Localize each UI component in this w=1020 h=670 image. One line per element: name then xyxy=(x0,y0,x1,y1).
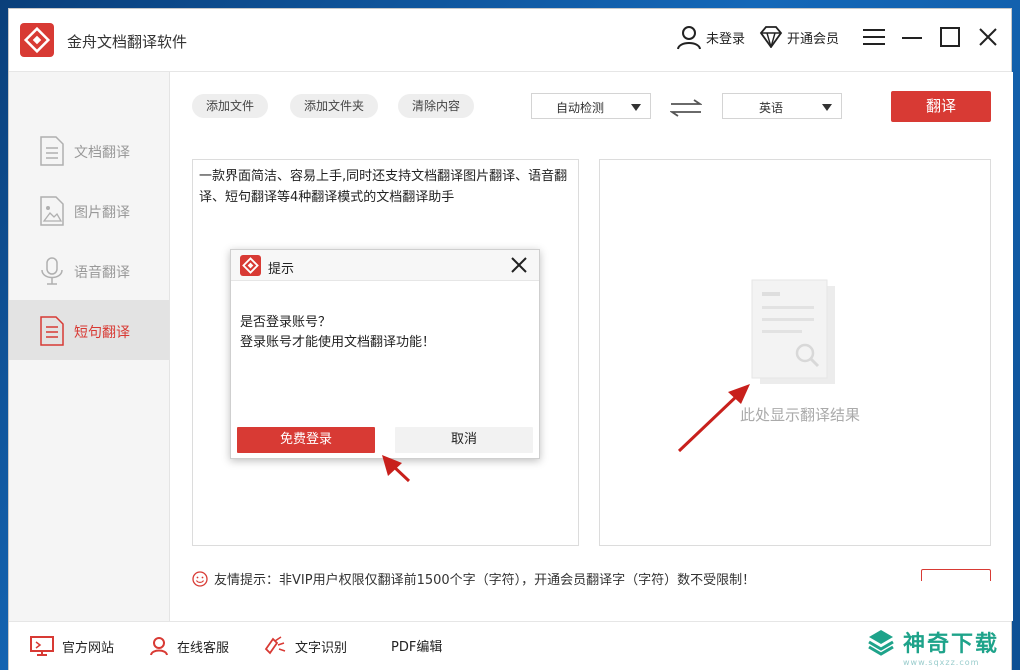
pdf-label: PDF编辑 xyxy=(391,640,443,655)
vip-tip: 友情提示：非VIP用户权限仅翻译前1500个字（字符），开通会员翻译字（字符）数… xyxy=(192,569,755,588)
image-icon xyxy=(40,196,64,226)
watermark: 神奇下载 www.sqxzz.com xyxy=(865,626,999,667)
dialog-message-detail: 登录账号才能使用文档翻译功能！ xyxy=(240,335,436,350)
watermark-title: 神奇下载 xyxy=(902,632,999,657)
monitor-icon xyxy=(30,636,54,656)
result-placeholder: 此处显示翻译结果 xyxy=(740,406,861,424)
login-status[interactable]: 未登录 xyxy=(676,24,745,50)
ocr-link[interactable]: 文字识别 xyxy=(263,636,347,656)
source-language-value: 自动检测 xyxy=(555,101,604,115)
result-panel: 此处显示翻译结果 xyxy=(599,159,991,546)
translate-button[interactable]: 翻译 xyxy=(891,91,991,122)
close-button[interactable] xyxy=(971,20,1005,54)
empty-result-illustration-icon xyxy=(751,279,835,384)
website-label: 官方网站 xyxy=(62,640,115,656)
close-icon xyxy=(979,28,997,46)
user-icon xyxy=(676,26,701,50)
sentence-doc-icon xyxy=(40,316,64,346)
export-button[interactable] xyxy=(921,569,991,581)
minimize-icon xyxy=(902,37,922,39)
login-dialog: 提示 是否登录账号？ 登录账号才能使用文档翻译功能！ 免费登录 取消 xyxy=(230,249,540,459)
dialog-message: 是否登录账号？ xyxy=(240,315,332,330)
sidebar-item-voice[interactable]: 语音翻译 xyxy=(9,240,169,300)
chevron-down-icon xyxy=(822,104,832,111)
sidebar-item-label: 语音翻译 xyxy=(74,265,130,281)
vip-label: 开通会员 xyxy=(786,31,839,47)
dialog-header: 提示 xyxy=(231,250,539,281)
hamburger-icon xyxy=(863,29,885,45)
sidebar-item-label: 文档翻译 xyxy=(74,145,130,161)
chevron-down-icon xyxy=(631,104,641,111)
title-bar: 金舟文档翻译软件 未登录 开通会员 xyxy=(9,9,1011,72)
dialog-title: 提示 xyxy=(268,262,295,277)
support-agent-icon xyxy=(150,637,168,656)
menu-button[interactable] xyxy=(857,20,891,54)
app-window: 金舟文档翻译软件 未登录 开通会员 文档翻译 图片翻译 语音翻译 短句翻译 添加… xyxy=(8,8,1013,670)
ocr-icon xyxy=(264,636,286,655)
website-link[interactable]: 官方网站 xyxy=(30,636,114,656)
add-folder-button[interactable]: 添加文件夹 xyxy=(290,94,379,118)
diamond-icon xyxy=(759,26,783,48)
smiley-icon xyxy=(192,570,208,587)
app-logo-icon xyxy=(20,23,54,57)
add-file-button[interactable]: 添加文件 xyxy=(192,94,269,118)
source-language-select[interactable]: 自动检测 xyxy=(531,93,651,119)
minimize-button[interactable] xyxy=(895,20,929,54)
swap-languages-icon[interactable] xyxy=(670,99,702,117)
login-label: 未登录 xyxy=(705,31,745,47)
vip-button[interactable]: 开通会员 xyxy=(759,26,839,48)
source-text[interactable]: 一款界面简洁、容易上手,同时还支持文档翻译图片翻译、语音翻译、短句翻译等4种翻译… xyxy=(199,166,573,208)
document-icon xyxy=(40,136,64,166)
bottom-bar: 官方网站 在线客服 文字识别 PDF编辑 神奇下载 www.sqxzz.com xyxy=(9,621,1011,670)
sidebar: 文档翻译 图片翻译 语音翻译 短句翻译 xyxy=(9,72,170,621)
sidebar-item-label: 短句翻译 xyxy=(74,325,130,341)
app-title: 金舟文档翻译软件 xyxy=(67,33,188,51)
app-logo-icon xyxy=(240,255,261,276)
sidebar-item-document[interactable]: 文档翻译 xyxy=(9,120,169,180)
watermark-url: www.sqxzz.com xyxy=(902,658,980,667)
dialog-close-icon[interactable] xyxy=(509,255,529,275)
cancel-button[interactable]: 取消 xyxy=(395,427,533,453)
microphone-icon xyxy=(41,257,63,285)
watermark-logo-icon xyxy=(868,630,894,656)
sidebar-item-image[interactable]: 图片翻译 xyxy=(9,180,169,240)
sidebar-item-label: 图片翻译 xyxy=(74,205,130,221)
pdf-edit-link[interactable]: PDF编辑 xyxy=(391,636,442,655)
tip-text: 友情提示：非VIP用户权限仅翻译前1500个字（字符），开通会员翻译字（字符）数… xyxy=(214,573,756,588)
maximize-icon xyxy=(940,27,960,47)
target-language-value: 英语 xyxy=(758,101,783,115)
free-login-button[interactable]: 免费登录 xyxy=(237,427,375,453)
clear-button[interactable]: 清除内容 xyxy=(398,94,475,118)
target-language-select[interactable]: 英语 xyxy=(722,93,842,119)
maximize-button[interactable] xyxy=(933,20,967,54)
support-label: 在线客服 xyxy=(177,640,230,656)
support-link[interactable]: 在线客服 xyxy=(149,636,229,656)
ocr-label: 文字识别 xyxy=(295,640,348,656)
sidebar-item-sentence[interactable]: 短句翻译 xyxy=(9,300,169,360)
